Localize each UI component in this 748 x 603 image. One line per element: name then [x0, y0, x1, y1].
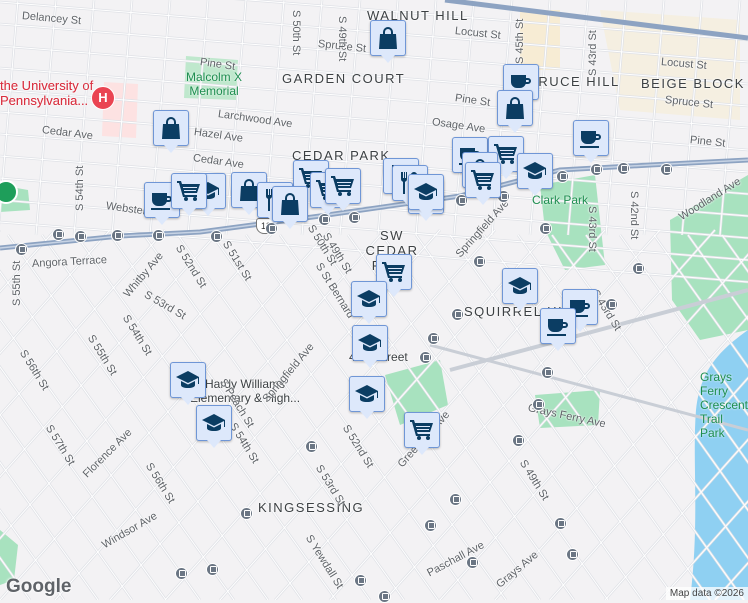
- transit-stop-icon[interactable]: [354, 574, 367, 587]
- transit-stop-icon[interactable]: [566, 548, 579, 561]
- graduation-cap-icon: [523, 162, 546, 179]
- street-label: S 50th St: [290, 10, 302, 56]
- transit-stop-icon[interactable]: [590, 163, 603, 176]
- marker-shopping-cart[interactable]: [404, 412, 440, 455]
- map-attribution[interactable]: Map data ©2026: [665, 587, 748, 600]
- graduation-cap-icon: [176, 371, 199, 388]
- transit-stop-icon[interactable]: [348, 211, 361, 224]
- shopping-cart-icon: [177, 181, 200, 201]
- park-label[interactable]: Grays Ferry Crescent Trail Park: [700, 370, 748, 440]
- shopping-bag-icon: [162, 117, 180, 139]
- marker-graduation-cap[interactable]: [352, 325, 388, 368]
- shopping-bag-icon: [379, 27, 397, 49]
- transit-stop-icon[interactable]: [210, 230, 223, 243]
- graduation-cap-icon: [355, 385, 378, 402]
- transit-stop-icon[interactable]: [111, 229, 124, 242]
- marker-shopping-bag[interactable]: [497, 90, 533, 133]
- coffee-icon: [547, 319, 568, 336]
- google-logo[interactable]: Google: [6, 576, 71, 598]
- school-label-line: Elementary & High...: [190, 391, 301, 405]
- street: [0, 318, 201, 600]
- transit-stop-icon[interactable]: [532, 398, 545, 411]
- marker-shopping-bag[interactable]: [370, 20, 406, 63]
- marker-graduation-cap[interactable]: [170, 362, 206, 405]
- transit-stop-icon[interactable]: [605, 298, 618, 311]
- street: [0, 317, 202, 600]
- transit-stop-icon[interactable]: [554, 517, 567, 530]
- train-station-icon[interactable]: [419, 351, 432, 364]
- transit-stop-icon[interactable]: [206, 563, 219, 576]
- street-label: S 43rd St: [586, 206, 598, 252]
- street: [0, 229, 331, 600]
- street-label: S 49th St: [336, 16, 348, 62]
- transit-stop-icon[interactable]: [512, 434, 525, 447]
- neighborhood-label: GARDEN COURT: [282, 71, 406, 86]
- neighborhood-label: BEIGE BLOCK: [641, 76, 745, 91]
- graduation-cap-icon: [202, 414, 225, 431]
- graduation-cap-icon: [414, 183, 437, 200]
- transit-stop-icon[interactable]: [427, 332, 440, 345]
- graduation-cap-icon: [357, 290, 380, 307]
- transit-stop-icon[interactable]: [240, 507, 253, 520]
- shopping-cart-icon: [410, 420, 433, 440]
- transit-stop-icon[interactable]: [15, 243, 28, 256]
- marker-shopping-cart[interactable]: [465, 162, 501, 205]
- neighborhood-label: KINGSESSING: [258, 500, 365, 515]
- street-label: S 54th St: [74, 165, 86, 211]
- marker-graduation-cap[interactable]: [196, 405, 232, 448]
- shopping-cart-icon: [331, 176, 354, 196]
- transit-stop-icon[interactable]: [660, 163, 673, 176]
- shopping-cart-icon: [471, 170, 494, 190]
- marker-shopping-bag[interactable]: [153, 110, 189, 153]
- street: [41, 234, 303, 600]
- shopping-bag-icon: [506, 97, 524, 119]
- marker-shopping-cart[interactable]: [325, 168, 361, 211]
- marker-graduation-cap[interactable]: [502, 268, 538, 311]
- transit-stop-icon[interactable]: [175, 567, 188, 580]
- transit-stop-icon[interactable]: [424, 519, 437, 532]
- marker-graduation-cap[interactable]: [349, 376, 385, 419]
- transit-stop-icon[interactable]: [541, 366, 554, 379]
- transit-stop-icon[interactable]: [473, 255, 486, 268]
- transit-stop-icon[interactable]: [52, 228, 65, 241]
- street-label: S 55th St: [11, 260, 23, 306]
- hospital-icon[interactable]: H: [91, 86, 115, 110]
- street-label: S 43rd St: [587, 30, 599, 76]
- transit-stop-icon[interactable]: [539, 222, 552, 235]
- transit-stop-icon[interactable]: [449, 493, 462, 506]
- park-label[interactable]: Malcolm X Memorial: [178, 70, 250, 98]
- transit-stop-icon[interactable]: [451, 308, 464, 321]
- graduation-cap-icon: [358, 334, 381, 351]
- coffee-icon: [580, 131, 601, 148]
- marker-coffee[interactable]: [540, 308, 576, 351]
- graduation-cap-icon: [508, 277, 531, 294]
- transit-stop-icon[interactable]: [556, 170, 569, 183]
- transit-stop-icon[interactable]: [632, 262, 645, 275]
- marker-graduation-cap[interactable]: [517, 153, 553, 196]
- marker-shopping-bag[interactable]: [272, 186, 308, 229]
- marker-graduation-cap[interactable]: [351, 281, 387, 324]
- transit-stop-icon[interactable]: [466, 556, 479, 569]
- marker-graduation-cap[interactable]: [408, 174, 444, 217]
- transit-stop-icon[interactable]: [74, 230, 87, 243]
- transit-stop-icon[interactable]: [378, 590, 391, 603]
- marker-coffee[interactable]: [573, 120, 609, 163]
- transit-stop-icon[interactable]: [305, 440, 318, 453]
- campus-area: [520, 10, 560, 70]
- transit-stop-icon[interactable]: [617, 162, 630, 175]
- transit-stop-icon[interactable]: [152, 229, 165, 242]
- marker-shopping-cart[interactable]: [171, 173, 207, 216]
- street-label: S 42nd St: [628, 191, 640, 240]
- street-label: S 45th St: [514, 18, 526, 64]
- shopping-bag-icon: [281, 193, 299, 215]
